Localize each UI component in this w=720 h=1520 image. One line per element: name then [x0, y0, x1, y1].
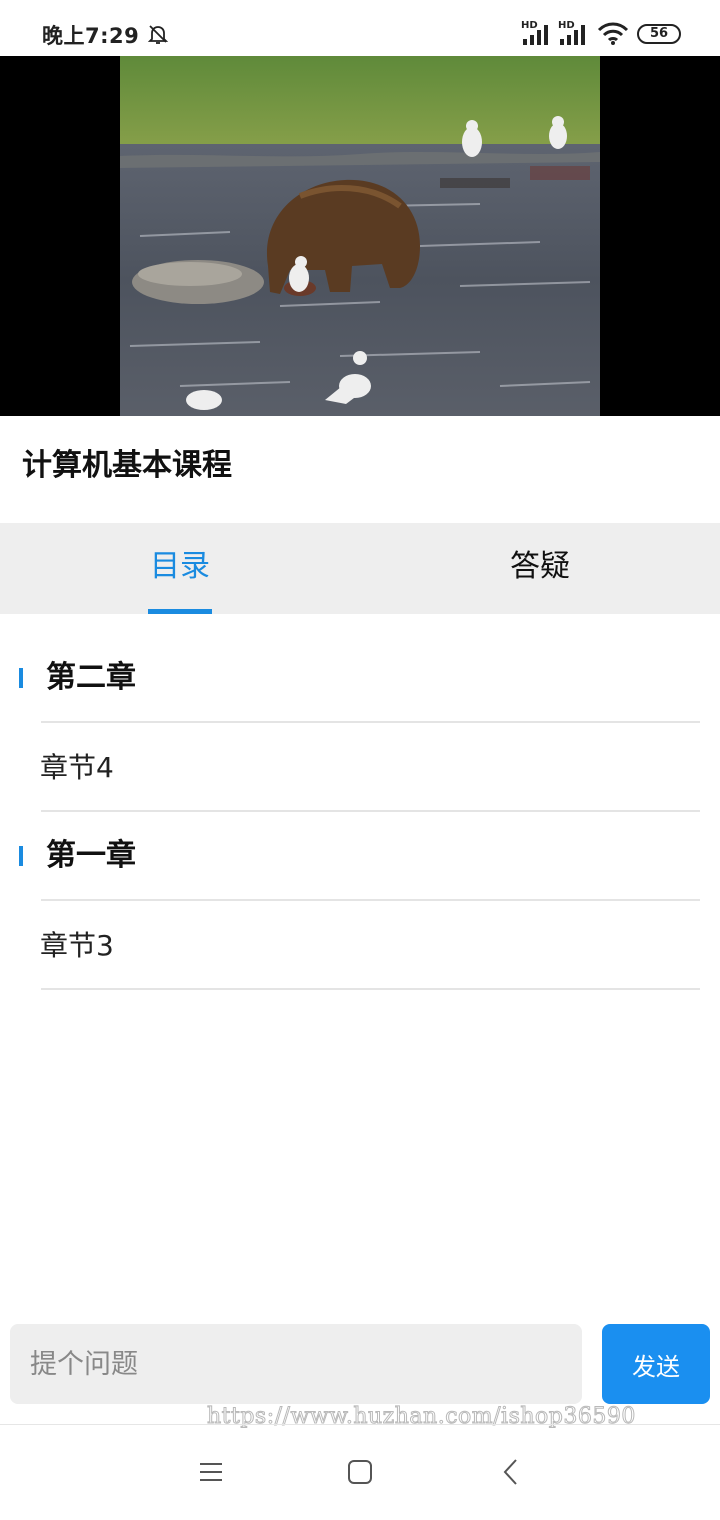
section-item[interactable]: 章节3	[0, 902, 720, 990]
tab-qa[interactable]: 答疑	[360, 523, 720, 614]
wifi-icon	[597, 22, 629, 45]
active-tab-indicator	[148, 609, 212, 614]
status-bar: 晚上7:29 HD HD 56	[0, 0, 720, 56]
send-button[interactable]: 发送	[602, 1324, 710, 1404]
video-frame[interactable]	[120, 56, 600, 416]
bell-off-icon	[147, 25, 169, 44]
tab-catalog[interactable]: 目录	[0, 523, 360, 614]
question-input[interactable]	[10, 1324, 582, 1404]
chapter-accent-bar	[19, 668, 23, 688]
video-player[interactable]	[0, 56, 720, 416]
divider	[41, 899, 700, 901]
menu-icon[interactable]	[197, 1458, 225, 1486]
status-time: 晚上7:29	[42, 24, 140, 48]
watermark: https://www.huzhan.com/ishop36590	[207, 1404, 636, 1430]
course-title: 计算机基本课程	[22, 448, 232, 483]
navbar-divider	[0, 1424, 720, 1425]
divider	[41, 988, 700, 990]
chapter-header: 第一章	[0, 812, 720, 900]
section-item[interactable]: 章节4	[0, 724, 720, 812]
chapter-header: 第二章	[0, 634, 720, 722]
tab-bar: 目录 答疑	[0, 523, 720, 614]
chapter-accent-bar	[19, 846, 23, 866]
chapter-title: 第二章	[46, 660, 136, 695]
section-title: 章节3	[40, 929, 114, 962]
back-icon[interactable]	[498, 1458, 526, 1486]
section-title: 章节4	[40, 751, 114, 784]
signal-icon	[560, 25, 585, 45]
video-thumbnail	[120, 56, 600, 416]
battery-icon: 56	[637, 24, 681, 44]
signal-icon	[523, 25, 548, 45]
home-icon[interactable]	[346, 1458, 374, 1486]
divider	[41, 721, 700, 723]
chapter-title: 第一章	[46, 838, 136, 873]
